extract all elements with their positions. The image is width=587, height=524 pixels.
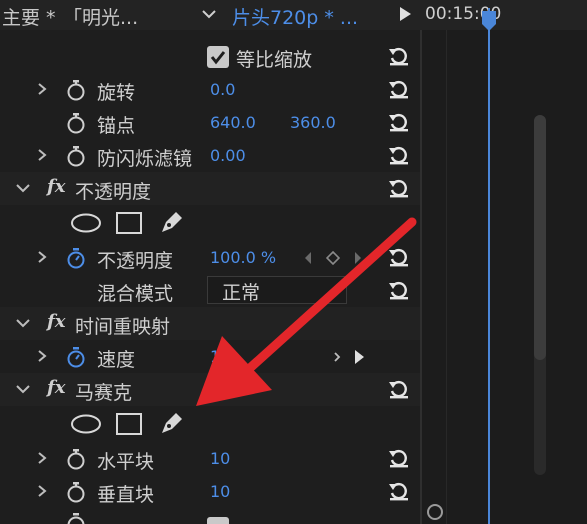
anchor-x-value[interactable]: 640.0: [210, 113, 256, 132]
horizontal-blocks-row: 水平块 10: [0, 442, 420, 475]
check-icon: [210, 51, 226, 65]
zoom-handle-icon[interactable]: [427, 504, 443, 520]
rotation-row: 旋转 0.0: [0, 73, 420, 106]
anti-flicker-label: 防闪烁滤镜: [97, 148, 193, 170]
horizontal-blocks-label: 水平块: [97, 451, 155, 473]
next-keyframe-icon[interactable]: [353, 349, 365, 365]
speed-value[interactable]: 10: [210, 347, 230, 366]
fx-icon[interactable]: fx: [47, 176, 65, 197]
stopwatch-icon[interactable]: [66, 448, 86, 470]
chevron-down-icon[interactable]: [15, 317, 31, 329]
chevron-right-icon[interactable]: [36, 483, 48, 499]
reset-icon[interactable]: [388, 379, 410, 399]
effect-timeline[interactable]: [422, 8, 587, 524]
effect-controls-header: 主要 * 「明光... 片头720p * ... 00:15:00: [0, 0, 587, 30]
rotation-label: 旋转: [97, 82, 136, 104]
stopwatch-active-icon[interactable]: [66, 247, 86, 269]
pen-mask-icon[interactable]: [158, 411, 184, 437]
stopwatch-icon[interactable]: [66, 112, 86, 134]
chevron-down-icon[interactable]: [15, 383, 31, 395]
mosaic-section-header[interactable]: fx 马赛克: [0, 373, 420, 406]
time-remap-section-header[interactable]: fx 时间重映射: [0, 307, 420, 340]
anchor-point-row: 锚点 640.0 360.0: [0, 106, 420, 139]
blend-mode-dropdown[interactable]: 正常: [207, 276, 347, 304]
uniform-scale-label: 等比缩放: [236, 49, 313, 71]
speed-row: 速度 10: [0, 340, 420, 373]
chevron-right-icon[interactable]: [36, 450, 48, 466]
opacity-label: 不透明度: [97, 250, 174, 272]
playhead-handle-icon[interactable]: [481, 10, 497, 32]
blend-mode-label: 混合模式: [97, 283, 174, 305]
anchor-label: 锚点: [97, 115, 136, 137]
reset-icon[interactable]: [388, 448, 410, 468]
anchor-y-value[interactable]: 360.0: [290, 113, 336, 132]
mosaic-section-label: 马赛克: [75, 382, 133, 404]
uniform-scale-row: 等比缩放: [0, 40, 420, 73]
blend-mode-row: 混合模式 正常: [0, 274, 420, 307]
ellipse-mask-icon[interactable]: [70, 414, 102, 434]
reset-icon[interactable]: [388, 247, 410, 267]
rotation-value[interactable]: 0.0: [210, 80, 235, 99]
checkbox[interactable]: [207, 517, 229, 524]
opacity-row: 不透明度 100.0 %: [0, 241, 420, 274]
fx-icon[interactable]: fx: [47, 377, 65, 398]
partial-bottom-row: [0, 508, 420, 524]
master-clip-label[interactable]: 主要 *: [2, 3, 56, 30]
reset-icon[interactable]: [388, 280, 410, 300]
reset-icon[interactable]: [388, 178, 410, 198]
blend-mode-value: 正常: [222, 282, 261, 304]
anti-flicker-value[interactable]: 0.00: [210, 146, 246, 165]
stopwatch-icon[interactable]: [66, 512, 86, 524]
stopwatch-active-icon[interactable]: [66, 346, 86, 368]
chevron-right-icon[interactable]: [36, 249, 48, 265]
stopwatch-icon[interactable]: [66, 79, 86, 101]
timeline-track-line: [446, 30, 447, 524]
vertical-scrollbar[interactable]: [534, 115, 546, 475]
chevron-right-icon[interactable]: [36, 81, 48, 97]
reset-icon[interactable]: [388, 112, 410, 132]
vertical-blocks-row: 垂直块 10: [0, 475, 420, 508]
rectangle-mask-icon[interactable]: [115, 211, 143, 235]
rectangle-mask-icon[interactable]: [115, 412, 143, 436]
prev-keyframe-icon[interactable]: [303, 251, 313, 265]
effect-properties-panel: 等比缩放 旋转 0.0 锚点 640.0 360.0 防闪烁滤镜 0.00 fx…: [0, 30, 420, 524]
vertical-blocks-value[interactable]: 10: [210, 482, 230, 501]
anti-flicker-row: 防闪烁滤镜 0.00: [0, 139, 420, 172]
chevron-right-small-icon[interactable]: [333, 350, 341, 364]
chevron-right-icon[interactable]: [36, 348, 48, 364]
uniform-scale-checkbox[interactable]: [207, 46, 229, 68]
time-remap-section-label: 时间重映射: [75, 316, 171, 338]
reset-icon[interactable]: [388, 46, 410, 66]
mosaic-mask-tools: [0, 406, 420, 442]
opacity-value[interactable]: 100.0 %: [210, 248, 276, 267]
stopwatch-icon[interactable]: [66, 481, 86, 503]
opacity-section-label: 不透明度: [75, 181, 152, 203]
clip-name-label[interactable]: 「明光...: [63, 3, 138, 30]
pen-mask-icon[interactable]: [158, 210, 184, 236]
speed-label: 速度: [97, 349, 136, 371]
reset-icon[interactable]: [388, 145, 410, 165]
playhead-line[interactable]: [488, 8, 490, 524]
reset-icon[interactable]: [388, 79, 410, 99]
scrollbar-thumb[interactable]: [534, 115, 546, 360]
ellipse-mask-icon[interactable]: [70, 213, 102, 233]
vertical-blocks-label: 垂直块: [97, 484, 155, 506]
opacity-section-header[interactable]: fx 不透明度: [0, 172, 420, 205]
add-keyframe-icon[interactable]: [326, 251, 340, 265]
sequence-name-label[interactable]: 片头720p * ...: [232, 3, 358, 30]
stopwatch-icon[interactable]: [66, 145, 86, 167]
chevron-right-icon[interactable]: [36, 147, 48, 163]
fx-disabled-icon: fx: [47, 311, 66, 332]
reset-icon[interactable]: [388, 481, 410, 501]
next-keyframe-icon[interactable]: [353, 251, 363, 265]
chevron-down-icon[interactable]: [200, 2, 218, 26]
chevron-down-icon[interactable]: [15, 182, 31, 194]
opacity-mask-tools: [0, 205, 420, 241]
play-icon[interactable]: [398, 6, 412, 22]
horizontal-blocks-value[interactable]: 10: [210, 449, 230, 468]
